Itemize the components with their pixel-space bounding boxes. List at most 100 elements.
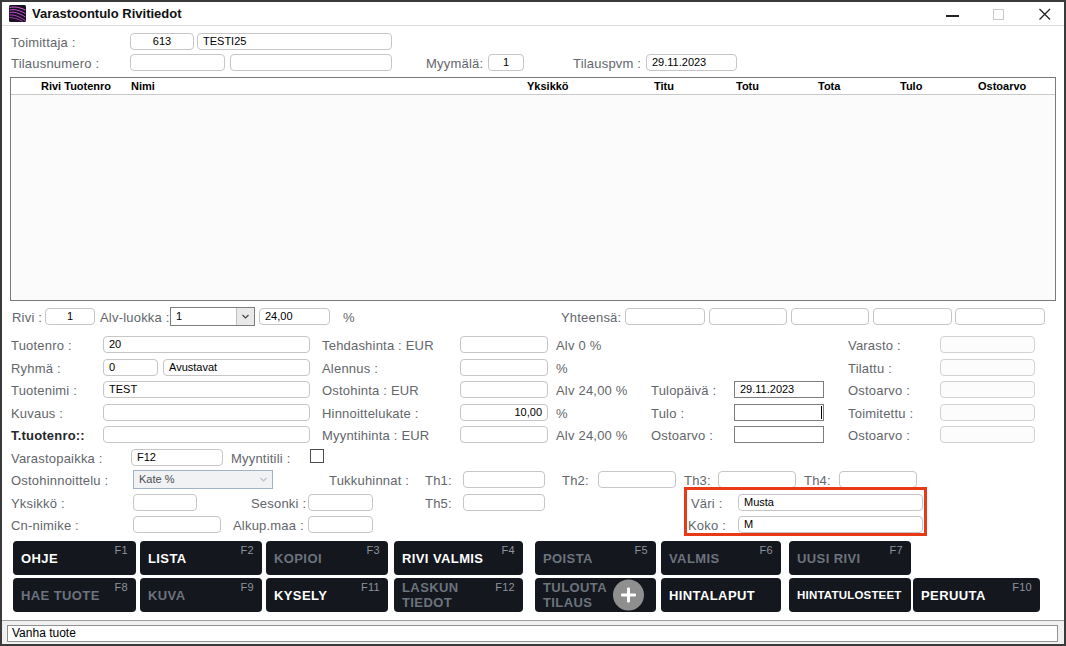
peruuta-button[interactable]: PERUUTAF10 bbox=[913, 578, 1040, 612]
text-caret bbox=[821, 406, 822, 419]
yhteensa-field-1[interactable] bbox=[625, 308, 705, 325]
line-items-grid[interactable]: Rivi Tuotenro Nimi Yksikkö Titu Totu Tot… bbox=[10, 77, 1056, 301]
yksikko-field[interactable] bbox=[133, 494, 197, 511]
varastopaikka-label: Varastopaikka : bbox=[11, 451, 103, 466]
lista-button[interactable]: LISTAF2 bbox=[140, 541, 262, 575]
poista-button[interactable]: POISTAF5 bbox=[535, 541, 656, 575]
tehdashinta-label: Tehdashinta : EUR bbox=[322, 338, 434, 353]
tehdashinta-field[interactable] bbox=[460, 336, 548, 353]
tuotenimi-field[interactable]: TEST bbox=[103, 381, 310, 398]
varastopaikka-field[interactable]: F12 bbox=[131, 449, 223, 466]
vari-label: Väri : bbox=[691, 496, 723, 511]
alv-luokka-label: Alv-luokka : bbox=[100, 310, 170, 325]
vari-field[interactable]: Musta bbox=[738, 494, 923, 511]
tulopaiva-label: Tulopäivä : bbox=[651, 383, 716, 398]
tuotenro-field[interactable]: 20 bbox=[103, 336, 310, 353]
yhteensa-field-2[interactable] bbox=[709, 308, 787, 325]
alv-luokka-select[interactable]: 1 bbox=[170, 307, 255, 326]
myyntihinta-field[interactable] bbox=[460, 426, 548, 443]
t-tuotenro-field[interactable] bbox=[103, 426, 310, 443]
tilattu-label: Tilattu : bbox=[848, 361, 892, 376]
kuva-button[interactable]: KUVAF9 bbox=[140, 578, 262, 612]
plus-icon[interactable] bbox=[613, 580, 644, 611]
th4-field[interactable] bbox=[839, 471, 917, 488]
hintalaput-button[interactable]: HINTALAPUT bbox=[661, 578, 781, 612]
yhteensa-field-5[interactable] bbox=[955, 308, 1045, 325]
rivi-field[interactable]: 1 bbox=[45, 308, 95, 325]
myymala-label: Myymälä: bbox=[426, 56, 483, 71]
toimitettu-field bbox=[940, 404, 1035, 421]
ryhma-code-field[interactable]: 0 bbox=[103, 359, 158, 376]
t-tuotenro-label: T.tuotenro:: bbox=[11, 428, 85, 443]
hintatulosteet-button[interactable]: HINTATULOSTEET bbox=[789, 578, 911, 612]
alennus-field[interactable] bbox=[460, 359, 548, 376]
th1-label: Th1: bbox=[425, 473, 452, 488]
tulopaiva-field[interactable]: 29.11.2023 bbox=[734, 381, 824, 398]
tulo-field[interactable] bbox=[734, 404, 824, 421]
toimittaja-code-field[interactable]: 613 bbox=[130, 33, 194, 50]
alkup-maa-field[interactable] bbox=[308, 516, 373, 533]
grid-header: Rivi Tuotenro Nimi Yksikkö Titu Totu Tot… bbox=[11, 78, 1055, 95]
col-nimi: Nimi bbox=[131, 80, 155, 92]
minimize-button[interactable] bbox=[946, 2, 960, 26]
ostohinta-field[interactable] bbox=[460, 381, 548, 398]
valmis-button[interactable]: VALMISF6 bbox=[661, 541, 781, 575]
tilausnumero-field-1[interactable] bbox=[130, 54, 225, 71]
toimittaja-label: Toimittaja : bbox=[11, 35, 76, 50]
tilausnumero-label: Tilausnumero : bbox=[11, 56, 99, 71]
sesonki-label: Sesonki : bbox=[251, 496, 306, 511]
toimittaja-name-field[interactable]: TESTI25 bbox=[197, 33, 392, 50]
koko-field[interactable]: M bbox=[738, 516, 923, 533]
chevron-down-icon-disabled bbox=[254, 471, 272, 488]
tilausnumero-field-2[interactable] bbox=[230, 54, 392, 71]
ostoarvo-2-field bbox=[940, 426, 1035, 443]
col-titu: Titu bbox=[654, 80, 674, 92]
rivi-valmis-button[interactable]: RIVI VALMISF4 bbox=[394, 541, 523, 575]
ostohinnoittelu-select: Kate % bbox=[133, 470, 273, 489]
yhteensa-field-3[interactable] bbox=[791, 308, 869, 325]
th3-field[interactable] bbox=[718, 471, 796, 488]
col-tulo: Tulo bbox=[900, 80, 922, 92]
chevron-down-icon[interactable] bbox=[236, 308, 254, 325]
col-yksikko: Yksikkö bbox=[527, 80, 569, 92]
alennus-percent-label: % bbox=[556, 361, 568, 376]
status-text: Vanha tuote bbox=[7, 625, 1058, 642]
hinnoittelukate-label: Hinnoittelukate : bbox=[322, 406, 419, 421]
toimitettu-label: Toimitettu : bbox=[848, 406, 913, 421]
ostoarvo-mid-field[interactable] bbox=[734, 426, 824, 443]
alkup-maa-label: Alkup.maa : bbox=[233, 518, 304, 533]
myymala-field[interactable]: 1 bbox=[488, 54, 524, 71]
kuvaus-label: Kuvaus : bbox=[11, 406, 63, 421]
laskun-tiedot-button[interactable]: LASKUN TIEDOTF12 bbox=[394, 578, 523, 612]
col-tota: Tota bbox=[818, 80, 840, 92]
tulouta-tilaus-button[interactable]: TULOUTA TILAUS bbox=[535, 578, 656, 612]
app-icon bbox=[9, 5, 26, 22]
kysely-button[interactable]: KYSELYF11 bbox=[266, 578, 388, 612]
hae-tuote-button[interactable]: HAE TUOTEF8 bbox=[13, 578, 136, 612]
hinnoittelukate-percent-label: % bbox=[556, 406, 568, 421]
tilauspvm-label: Tilauspvm : bbox=[573, 56, 641, 71]
tulo-label: Tulo : bbox=[651, 406, 684, 421]
maximize-button[interactable] bbox=[992, 2, 1006, 26]
alv-percent-field[interactable]: 24,00 bbox=[259, 308, 330, 325]
percent-label: % bbox=[343, 310, 355, 325]
ostoarvo-1-label: Ostoarvo : bbox=[848, 383, 910, 398]
th5-field[interactable] bbox=[463, 494, 545, 511]
ohje-button[interactable]: OHJEF1 bbox=[13, 541, 136, 575]
sesonki-field[interactable] bbox=[308, 494, 373, 511]
th1-field[interactable] bbox=[463, 471, 545, 488]
cn-nimike-field[interactable] bbox=[133, 516, 221, 533]
window: Varastoontulo Rivitiedot Toimittaja : 61… bbox=[0, 0, 1066, 646]
uusi-rivi-button[interactable]: UUSI RIVIF7 bbox=[789, 541, 911, 575]
hinnoittelukate-field[interactable]: 10,00 bbox=[460, 404, 548, 421]
close-button[interactable] bbox=[1038, 2, 1052, 26]
kuvaus-field[interactable] bbox=[103, 404, 310, 421]
yhteensa-field-4[interactable] bbox=[873, 308, 952, 325]
ryhma-name-field[interactable]: Avustavat bbox=[163, 359, 310, 376]
myyntitili-checkbox[interactable] bbox=[310, 449, 324, 463]
tilauspvm-field[interactable]: 29.11.2023 bbox=[646, 54, 737, 71]
kopioi-button[interactable]: KOPIOIF3 bbox=[266, 541, 388, 575]
th2-field[interactable] bbox=[598, 471, 676, 488]
ostoarvo-mid-label: Ostoarvo : bbox=[651, 428, 713, 443]
alv-luokka-value: 1 bbox=[176, 310, 182, 322]
